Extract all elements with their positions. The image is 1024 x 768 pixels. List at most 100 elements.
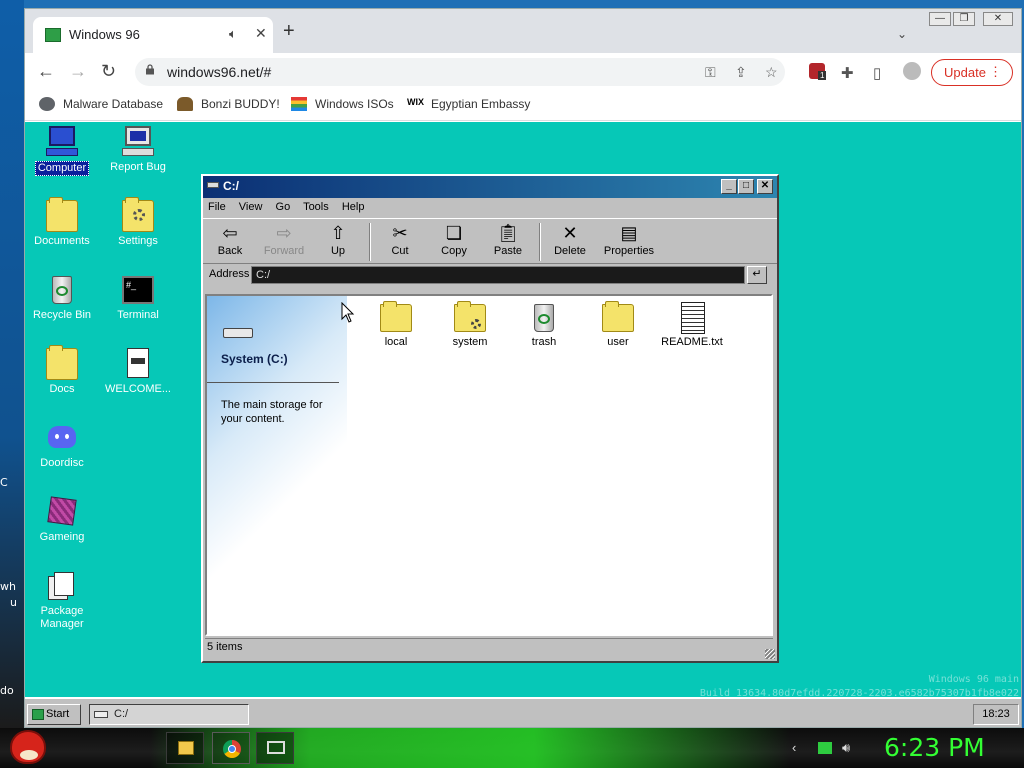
- file-local[interactable]: local: [361, 300, 431, 348]
- resize-grip[interactable]: [765, 649, 775, 659]
- copy-button[interactable]: ❏ Copy: [427, 221, 481, 257]
- remote-desktop-taskbar-button[interactable]: [256, 732, 294, 764]
- desktop-icon-recycle-bin[interactable]: Recycle Bin: [25, 274, 99, 322]
- drive-icon: [207, 182, 219, 188]
- desktop-icon-documents[interactable]: Documents: [25, 197, 99, 248]
- minimize-button[interactable]: _: [721, 179, 737, 194]
- menu-file[interactable]: File: [208, 201, 226, 213]
- scissors-icon: ✂: [392, 223, 408, 243]
- clipboard-icon: 📋︎: [496, 223, 520, 243]
- drive-name: System (C:): [221, 352, 288, 366]
- chevron-icon[interactable]: ‹: [792, 740, 796, 755]
- file-explorer-taskbar-button[interactable]: [166, 732, 204, 764]
- browser-toolbar: ← → ↻ windows96.net/# ⚿ ⇪ ☆ 1 ✚ ▯ Update…: [25, 53, 1021, 91]
- reload-icon[interactable]: ↻: [101, 61, 116, 82]
- maximize-button[interactable]: □: [738, 179, 754, 194]
- folder-up-icon: ⇧: [330, 223, 346, 243]
- properties-button[interactable]: ▤ Properties: [597, 221, 661, 257]
- update-button[interactable]: Update ⋮: [931, 59, 1013, 86]
- network-icon[interactable]: [818, 742, 832, 754]
- start-label: Start: [46, 708, 70, 720]
- up-button[interactable]: ⇧ Up: [311, 221, 365, 257]
- go-arrow-icon[interactable]: ↵: [747, 266, 767, 284]
- address-input[interactable]: C:/: [251, 266, 745, 284]
- menu-help[interactable]: Help: [342, 201, 365, 213]
- desktop-icon-doordisc[interactable]: Doordisc: [25, 422, 99, 470]
- desktop-icon-gameing[interactable]: Gameing: [25, 496, 99, 544]
- close-tab-icon[interactable]: ✕: [255, 25, 267, 42]
- back-label: Back: [217, 245, 243, 257]
- up-label: Up: [330, 245, 346, 257]
- file-readme[interactable]: README.txt: [657, 300, 727, 348]
- angry-bird-start-icon[interactable]: [10, 730, 46, 764]
- desktop-icon-docs[interactable]: Docs: [25, 345, 99, 396]
- bookmark-star-icon[interactable]: ☆: [765, 64, 778, 81]
- desktop-icon-welcome[interactable]: WELCOME...: [101, 348, 175, 396]
- ublock-extension-icon[interactable]: 1: [809, 63, 827, 80]
- file-trash[interactable]: trash: [509, 300, 579, 348]
- delete-button[interactable]: ✕ Delete: [543, 221, 597, 257]
- terminal-icon: #_: [122, 274, 154, 306]
- back-button[interactable]: ⇦ Back: [203, 221, 257, 257]
- side-panel-icon[interactable]: ▯: [873, 64, 881, 82]
- host-desktop-clipped-text: do: [0, 684, 14, 697]
- bookmark-bonzi-buddy[interactable]: Bonzi BUDDY!: [177, 97, 280, 111]
- profile-avatar-icon[interactable]: [903, 62, 921, 80]
- extensions-puzzle-icon[interactable]: ✚: [841, 64, 854, 82]
- item-count: 5 items: [207, 641, 243, 653]
- desktop-icon-report-bug[interactable]: Report Bug: [101, 126, 175, 174]
- start-button[interactable]: Start: [27, 704, 81, 725]
- paste-label: Paste: [493, 245, 523, 257]
- bookmark-egyptian-embassy[interactable]: WIX Egyptian Embassy: [407, 97, 530, 111]
- desktop-icon-label: Recycle Bin: [32, 309, 92, 321]
- delete-label: Delete: [554, 245, 586, 257]
- windows96-desktop: Computer Report Bug Documents Settings R…: [25, 122, 1021, 727]
- folder-icon: [46, 345, 78, 380]
- tab-search-chevron-icon[interactable]: ⌄: [897, 27, 907, 41]
- recycle-bin-icon: [46, 274, 78, 306]
- speaker-icon[interactable]: 🔈︎: [229, 26, 237, 42]
- minimize-window-button[interactable]: —: [929, 12, 951, 26]
- forward-arrow-icon[interactable]: →: [69, 61, 87, 82]
- bookmark-label: Egyptian Embassy: [431, 97, 531, 111]
- paste-button[interactable]: 📋︎ Paste: [481, 221, 535, 257]
- taskbar-item-explorer[interactable]: C:/: [89, 704, 249, 725]
- volume-icon[interactable]: 🔊︎: [842, 740, 850, 756]
- close-button[interactable]: ✕: [757, 179, 773, 194]
- file-label: system: [452, 336, 488, 348]
- key-icon[interactable]: ⚿: [705, 64, 716, 81]
- browser-window: Windows 96 🔈︎ ✕ + ⌄ — ❐ ✕ ← → ↻ windows9…: [24, 8, 1022, 728]
- desktop-icon-label: Report Bug: [110, 161, 166, 173]
- address-bar[interactable]: windows96.net/# ⚿ ⇪ ☆: [135, 58, 785, 86]
- file-user[interactable]: user: [583, 300, 653, 348]
- restore-window-button[interactable]: ❐: [953, 12, 975, 26]
- bookmark-windows-isos[interactable]: Windows ISOs: [291, 97, 394, 111]
- bookmark-malware-database[interactable]: Malware Database: [39, 97, 163, 111]
- desktop-icon-settings[interactable]: Settings: [101, 197, 175, 248]
- delete-x-icon: ✕: [562, 223, 578, 243]
- desktop-icon-package-manager[interactable]: Package Manager: [25, 570, 99, 631]
- share-icon[interactable]: ⇪: [735, 64, 747, 81]
- desktop-icon-terminal[interactable]: #_ Terminal: [101, 274, 175, 322]
- file-system[interactable]: system: [435, 300, 505, 348]
- new-tab-button[interactable]: +: [283, 21, 295, 41]
- lock-icon: [146, 64, 154, 75]
- explorer-titlebar[interactable]: C:/ _ □ ✕: [203, 176, 777, 198]
- explorer-addressbar: Address C:/ ↵: [203, 264, 777, 286]
- drive-icon: [94, 711, 108, 718]
- back-arrow-icon[interactable]: ←: [37, 61, 55, 82]
- close-window-button[interactable]: ✕: [983, 12, 1013, 26]
- mouse-cursor-icon: [341, 302, 355, 323]
- menu-view[interactable]: View: [239, 201, 263, 213]
- cut-button[interactable]: ✂ Cut: [373, 221, 427, 257]
- desktop-icon-computer[interactable]: Computer: [25, 126, 99, 176]
- host-desktop-background: C wh u do: [0, 0, 24, 728]
- discord-icon: [46, 422, 78, 454]
- tab-windows96[interactable]: Windows 96 🔈︎ ✕: [33, 17, 273, 53]
- menu-tools[interactable]: Tools: [303, 201, 329, 213]
- gorilla-icon: [177, 97, 193, 111]
- menu-go[interactable]: Go: [276, 201, 291, 213]
- chrome-taskbar-button[interactable]: [212, 732, 250, 764]
- wix-icon: WIX: [407, 97, 424, 107]
- forward-button[interactable]: ⇨ Forward: [257, 221, 311, 257]
